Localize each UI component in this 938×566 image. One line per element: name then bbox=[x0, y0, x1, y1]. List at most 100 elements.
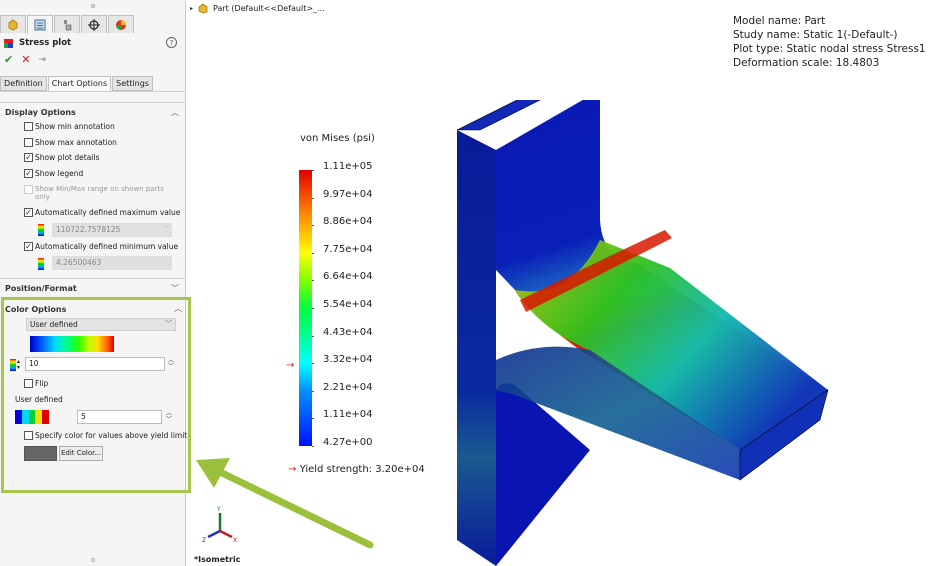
position-format-title: Position/Format bbox=[5, 284, 77, 293]
property-manager-header: Stress plot ? bbox=[3, 36, 183, 50]
checkbox[interactable] bbox=[24, 431, 33, 440]
annotation-arrow bbox=[196, 458, 374, 549]
tab-configuration-manager[interactable] bbox=[54, 15, 80, 33]
user-color-1[interactable] bbox=[21, 410, 29, 424]
yield-color-swatch bbox=[24, 446, 57, 461]
feature-manager-icon bbox=[8, 19, 18, 30]
user-defined-count-spinner[interactable]: ︿ ﹀ bbox=[166, 411, 172, 423]
max-legend-icon bbox=[38, 224, 44, 236]
ok-button[interactable]: ✔ bbox=[4, 53, 13, 66]
number-of-colors-icon bbox=[10, 359, 16, 371]
max-value-field: 110722.7578125 bbox=[52, 223, 172, 237]
user-defined-label: User defined bbox=[15, 395, 63, 404]
property-manager-title: Stress plot bbox=[19, 38, 72, 48]
configuration-manager-icon bbox=[64, 19, 72, 30]
min-value-field: 4.26500463 bbox=[52, 256, 172, 270]
expand-arrow-icon[interactable]: ▸ bbox=[190, 5, 193, 12]
study-name: Study name: Static 1(-Default-) bbox=[733, 29, 898, 41]
tab-dimxpert-manager[interactable] bbox=[81, 15, 107, 33]
chevron-down-icon: ﹀ bbox=[165, 320, 172, 328]
property-manager-actions: ✔ ✕ ⇥ bbox=[4, 53, 46, 66]
checkbox-checked[interactable]: ✓ bbox=[24, 208, 33, 217]
checkbox-checked[interactable]: ✓ bbox=[24, 242, 33, 251]
expand-position-format-icon[interactable]: ﹀ bbox=[171, 283, 179, 294]
collapse-color-options-icon[interactable]: ︿ bbox=[174, 303, 182, 314]
max-value-dropdown-icon: ﹀ bbox=[163, 225, 170, 233]
legend-color-bar bbox=[299, 170, 312, 446]
dimxpert-icon bbox=[88, 18, 100, 31]
min-legend-icon bbox=[38, 258, 44, 270]
stress-plot-icon bbox=[4, 39, 13, 48]
user-color-2[interactable] bbox=[28, 410, 36, 424]
tab-chart-options[interactable]: Chart Options bbox=[47, 76, 112, 91]
user-defined-count-input[interactable]: 5 bbox=[77, 410, 162, 424]
show-legend-checkbox[interactable]: ✓ Show legend bbox=[24, 169, 83, 178]
yield-color-checkbox[interactable]: Specify color for values above yield lim… bbox=[24, 431, 187, 440]
number-of-colors-updown-icon: ▴ ▾ bbox=[17, 358, 21, 371]
legend-tick bbox=[312, 418, 314, 420]
number-of-colors-input[interactable]: 10 bbox=[25, 357, 165, 371]
checkbox-label: Show legend bbox=[35, 169, 84, 178]
legend-tick bbox=[312, 335, 314, 337]
legend-label: 9.97e+04 bbox=[323, 188, 373, 200]
part-label: Part (Default<<Default>_... bbox=[213, 4, 325, 13]
show-min-annotation-checkbox[interactable]: Show min annotation bbox=[24, 122, 115, 131]
legend-tick bbox=[312, 280, 314, 282]
yield-marker-arrow: → bbox=[286, 360, 295, 372]
part-icon bbox=[198, 3, 208, 14]
plate-left-face bbox=[457, 130, 496, 566]
checkbox-label: Specify color for values above yield lim… bbox=[35, 431, 188, 440]
plot-details: Model name: Part Study name: Static 1(-D… bbox=[733, 14, 926, 70]
display-options-title: Display Options bbox=[5, 108, 76, 117]
checkbox-label: Automatically defined minimum value bbox=[35, 242, 179, 251]
legend-label: 4.27e+00 bbox=[323, 437, 373, 448]
user-color-3[interactable] bbox=[35, 410, 43, 424]
legend-label: 6.64e+04 bbox=[323, 271, 373, 283]
plot-subtabs: Definition Chart Options Settings bbox=[0, 76, 154, 91]
checkbox-checked[interactable]: ✓ bbox=[24, 169, 33, 178]
collapse-display-options-icon[interactable]: ︿ bbox=[171, 107, 179, 118]
legend-tick bbox=[312, 252, 314, 254]
feature-tree-flyout[interactable]: ▸ Part (Default<<Default>_... bbox=[190, 3, 325, 14]
pin-button[interactable]: ⇥ bbox=[38, 55, 46, 65]
checkbox-label: Flip bbox=[35, 379, 49, 388]
number-of-colors-spinner[interactable]: ︿ ﹀ bbox=[168, 358, 174, 370]
checkbox[interactable] bbox=[24, 122, 33, 131]
tab-definition[interactable]: Definition bbox=[0, 76, 47, 91]
legend-tick bbox=[312, 197, 314, 199]
checkbox-checked[interactable]: ✓ bbox=[24, 153, 33, 162]
legend-label: 8.86e+04 bbox=[323, 216, 373, 228]
stress-plot-model[interactable] bbox=[440, 100, 840, 566]
legend-tick bbox=[312, 446, 314, 447]
help-button[interactable]: ? bbox=[166, 37, 177, 48]
color-scheme-select[interactable]: User defined ﹀ bbox=[26, 318, 176, 331]
tab-feature-manager[interactable] bbox=[0, 15, 26, 33]
color-spectrum-preview bbox=[30, 336, 114, 352]
legend-tick bbox=[312, 225, 314, 227]
tab-property-manager[interactable] bbox=[27, 15, 53, 33]
show-max-annotation-checkbox[interactable]: Show max annotation bbox=[24, 138, 117, 147]
checkbox[interactable] bbox=[24, 138, 33, 147]
model-name: Model name: Part bbox=[733, 15, 826, 27]
tab-display-manager[interactable] bbox=[108, 15, 134, 33]
checkbox-label: Show Min/Max range on shown parts only bbox=[35, 185, 164, 201]
tab-settings[interactable]: Settings bbox=[112, 76, 153, 91]
legend-label: 4.43e+04 bbox=[323, 326, 373, 338]
panel-splitter-bottom[interactable] bbox=[0, 556, 186, 564]
checkbox[interactable] bbox=[24, 379, 33, 388]
plot-type: Plot type: Static nodal stress Stress1 bbox=[733, 43, 926, 55]
flip-checkbox[interactable]: Flip bbox=[24, 379, 48, 388]
manager-tabs bbox=[0, 15, 135, 33]
user-color-0[interactable] bbox=[15, 410, 22, 424]
legend-tick bbox=[312, 308, 314, 309]
checkbox-label: Automatically defined maximum value bbox=[35, 208, 181, 217]
show-plot-details-checkbox[interactable]: ✓ Show plot details bbox=[24, 153, 99, 162]
legend-tick bbox=[312, 363, 314, 365]
panel-splitter-top[interactable] bbox=[0, 2, 186, 10]
user-color-4[interactable] bbox=[42, 410, 49, 424]
auto-max-value-checkbox[interactable]: ✓ Automatically defined maximum value bbox=[24, 208, 180, 217]
auto-min-value-checkbox[interactable]: ✓ Automatically defined minimum value bbox=[24, 242, 178, 251]
edit-color-button[interactable]: Edit Color... bbox=[59, 446, 103, 461]
user-defined-color-strip[interactable] bbox=[15, 410, 49, 424]
cancel-button[interactable]: ✕ bbox=[21, 53, 30, 66]
